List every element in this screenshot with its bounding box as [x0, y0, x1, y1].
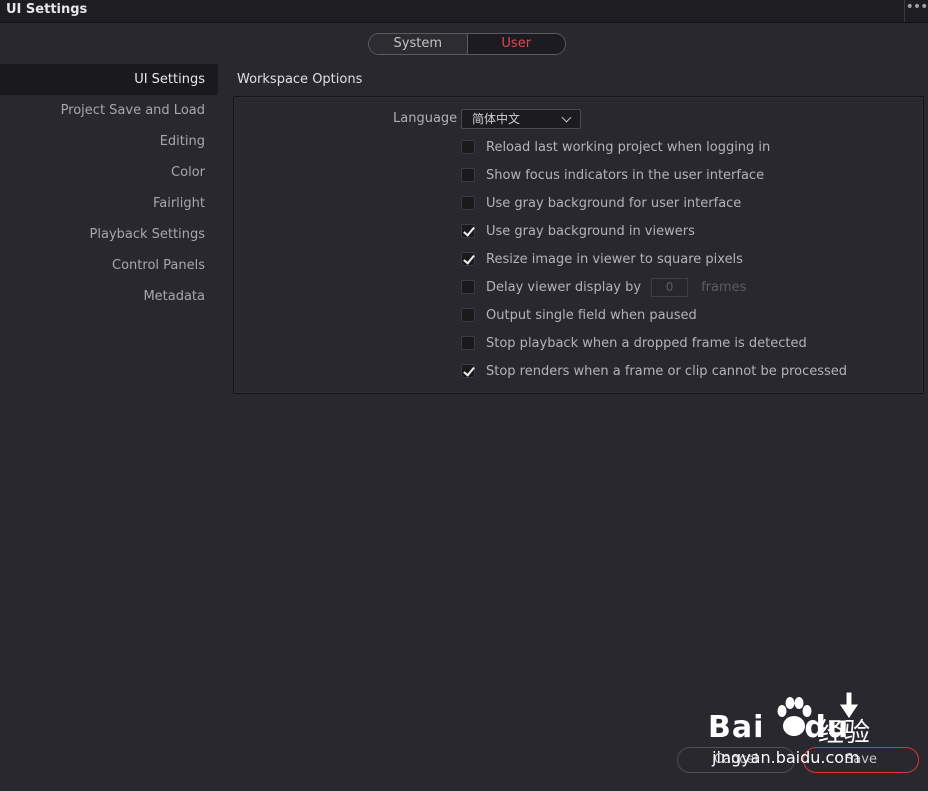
sidebar-item-playback-settings[interactable]: Playback Settings	[0, 219, 218, 250]
option-square-pixels: Resize image in viewer to square pixels	[461, 250, 743, 268]
sidebar-item-fairlight[interactable]: Fairlight	[0, 188, 218, 219]
option-label: Resize image in viewer to square pixels	[486, 251, 743, 267]
paw-icon	[777, 697, 812, 736]
settings-sidebar: UI Settings Project Save and Load Editin…	[0, 64, 218, 312]
baidu-watermark: Bai du 经验 jingyan.baidu.com	[708, 690, 878, 770]
option-gray-viewer-background: Use gray background in viewers	[461, 222, 695, 240]
sidebar-item-project-save-and-load[interactable]: Project Save and Load	[0, 95, 218, 126]
option-label: Stop renders when a frame or clip cannot…	[486, 363, 848, 379]
window-title: UI Settings	[6, 2, 88, 17]
checkbox[interactable]	[461, 140, 475, 154]
language-label: Language	[393, 111, 458, 126]
settings-scope-toggle: System User	[368, 33, 566, 55]
option-output-single-field: Output single field when paused	[461, 306, 697, 324]
sidebar-item-control-panels[interactable]: Control Panels	[0, 250, 218, 281]
checkbox[interactable]	[461, 308, 475, 322]
checkbox[interactable]	[461, 280, 475, 294]
option-label: Delay viewer display by	[486, 279, 642, 295]
checkbox[interactable]	[461, 168, 475, 182]
option-label: Reload last working project when logging…	[486, 139, 771, 155]
option-label: Use gray background for user interface	[486, 195, 742, 211]
checkbox-checked[interactable]	[461, 252, 475, 266]
option-stop-playback-dropped-frame: Stop playback when a dropped frame is de…	[461, 334, 807, 352]
option-label: Output single field when paused	[486, 307, 697, 323]
delay-frames-input[interactable]: 0	[651, 277, 689, 297]
section-title: Workspace Options	[237, 72, 363, 87]
language-dropdown[interactable]: 简体中文	[461, 109, 581, 129]
tab-user[interactable]: User	[467, 34, 565, 54]
checkbox-checked[interactable]	[461, 224, 475, 238]
tab-system[interactable]: System	[369, 34, 468, 54]
option-label: Show focus indicators in the user interf…	[486, 167, 765, 183]
checkbox[interactable]	[461, 336, 475, 350]
sidebar-item-color[interactable]: Color	[0, 157, 218, 188]
option-focus-indicators: Show focus indicators in the user interf…	[461, 166, 764, 184]
watermark-url: jingyan.baidu.com	[712, 748, 860, 767]
chevron-down-icon	[561, 112, 572, 123]
sidebar-item-editing[interactable]: Editing	[0, 126, 218, 157]
frames-unit-label: frames	[701, 279, 747, 295]
cursor-arrow-icon	[838, 691, 860, 720]
language-value: 简体中文	[472, 112, 521, 126]
ellipsis-icon[interactable]: •••	[904, 0, 928, 22]
option-label: Use gray background in viewers	[486, 223, 695, 239]
sidebar-item-metadata[interactable]: Metadata	[0, 281, 218, 312]
option-stop-renders: Stop renders when a frame or clip cannot…	[461, 362, 847, 380]
title-bar: UI Settings •••	[0, 0, 928, 23]
checkbox[interactable]	[461, 196, 475, 210]
option-label: Stop playback when a dropped frame is de…	[486, 335, 807, 351]
option-gray-ui-background: Use gray background for user interface	[461, 194, 741, 212]
option-reload-last-project: Reload last working project when logging…	[461, 138, 770, 156]
option-delay-viewer: Delay viewer display by 0 frames	[461, 277, 747, 297]
checkbox-checked[interactable]	[461, 364, 475, 378]
sidebar-item-ui-settings[interactable]: UI Settings	[0, 64, 218, 95]
